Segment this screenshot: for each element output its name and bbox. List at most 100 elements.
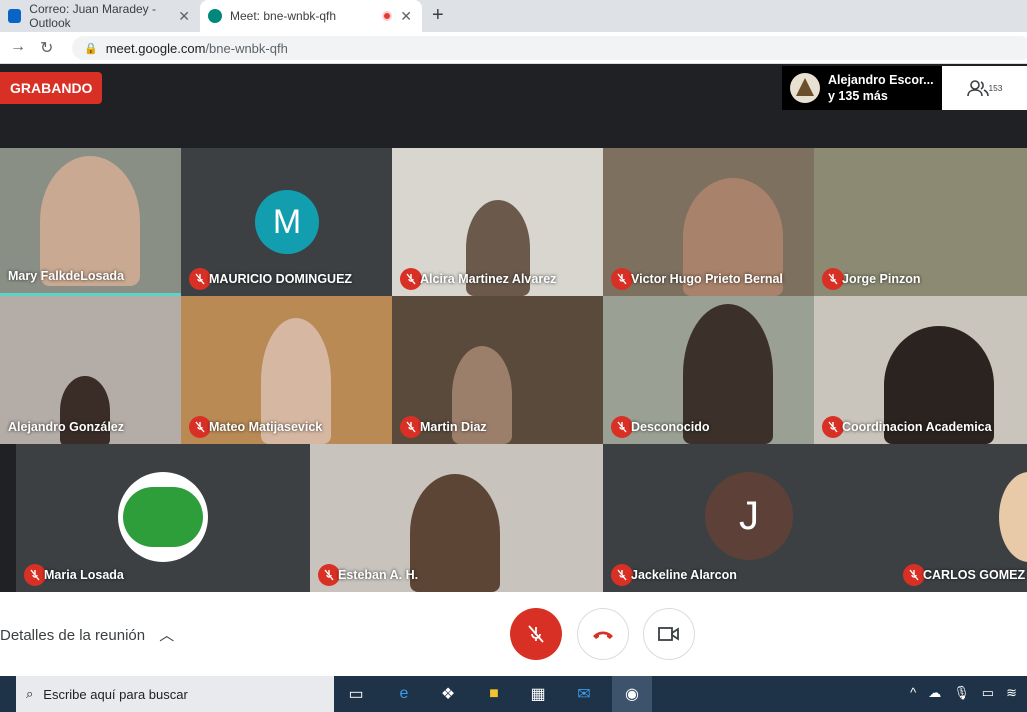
new-tab-button[interactable]: + bbox=[432, 4, 444, 27]
mic-off-icon bbox=[611, 416, 633, 438]
cloud-icon[interactable]: ☁ bbox=[928, 685, 941, 701]
participant-tile[interactable]: Alejandro González bbox=[0, 296, 181, 444]
participant-tile[interactable]: CARLOS GOMEZ bbox=[895, 444, 1027, 592]
microphone-icon[interactable]: 🎙 bbox=[953, 685, 970, 701]
tab-outlook[interactable]: Correo: Juan Maradey - Outlook ✕ bbox=[0, 0, 200, 32]
mic-off-icon bbox=[189, 416, 211, 438]
store-icon[interactable]: ▦ bbox=[526, 682, 550, 706]
tab-meet[interactable]: Meet: bne-wnbk-qfh ✕ bbox=[200, 0, 422, 32]
mic-off-icon bbox=[189, 268, 211, 290]
participant-name: Jorge Pinzon bbox=[842, 272, 921, 286]
presenter-name: Alejandro Escor... bbox=[828, 73, 934, 87]
url-host: meet.google.com bbox=[105, 40, 206, 56]
presenter-chip[interactable]: Alejandro Escor... y 135 más bbox=[782, 66, 942, 110]
lock-icon: 🔒 bbox=[84, 42, 98, 55]
avatar: M bbox=[255, 190, 319, 254]
address-bar: → ↻ 🔒 meet.google.com/bne-wnbk-qfh bbox=[0, 32, 1027, 64]
chevron-up-icon: ︿ bbox=[159, 627, 175, 644]
participant-tile[interactable]: J Jackeline Alarcon bbox=[603, 444, 895, 592]
meeting-details-button[interactable]: Detalles de la reunión ︿ bbox=[0, 624, 174, 645]
participant-name: Maria Losada bbox=[44, 568, 124, 582]
recording-badge: GRABANDO bbox=[0, 72, 103, 104]
participant-name: Alcira Martinez Alvarez bbox=[420, 272, 557, 286]
wifi-icon[interactable]: ≋ bbox=[1006, 685, 1017, 701]
mic-off-icon bbox=[400, 416, 422, 438]
participants-button[interactable]: 153 bbox=[942, 66, 1027, 110]
participant-name: MAURICIO DOMINGUEZ bbox=[209, 272, 353, 286]
meeting-controls: Detalles de la reunión ︿ bbox=[0, 592, 1027, 676]
meet-icon bbox=[208, 9, 222, 23]
participant-tile[interactable]: M MAURICIO DOMINGUEZ bbox=[181, 148, 392, 296]
avatar bbox=[999, 472, 1027, 562]
edge-icon[interactable]: e bbox=[392, 682, 416, 706]
file-explorer-icon[interactable]: ■ bbox=[482, 682, 506, 706]
participant-tile[interactable]: Esteban A. H. bbox=[310, 444, 603, 592]
chrome-icon[interactable]: ◉ bbox=[612, 676, 652, 712]
tab-label: Meet: bne-wnbk-qfh bbox=[230, 9, 337, 23]
participant-tile[interactable]: Mateo Matijasevick bbox=[181, 296, 392, 444]
taskbar-search[interactable]: ⌕ Escribe aquí para buscar bbox=[16, 676, 334, 712]
leave-call-button[interactable] bbox=[577, 608, 629, 660]
url-field[interactable]: 🔒 meet.google.com/bne-wnbk-qfh bbox=[72, 36, 1027, 60]
forward-arrow-icon[interactable]: → bbox=[10, 38, 26, 56]
hang-up-icon bbox=[593, 631, 613, 639]
participant-name: Desconocido bbox=[631, 420, 710, 434]
participant-tile[interactable]: Mary FalkdeLosada bbox=[0, 148, 181, 296]
mic-off-icon bbox=[318, 564, 340, 586]
participant-tile[interactable]: Coordinacion Academica bbox=[814, 296, 1027, 444]
mic-toggle-button[interactable] bbox=[510, 608, 562, 660]
close-icon[interactable]: ✕ bbox=[400, 8, 412, 25]
tab-strip: Correo: Juan Maradey - Outlook ✕ Meet: b… bbox=[0, 0, 1027, 32]
participant-tile[interactable]: Martin Diaz bbox=[392, 296, 603, 444]
outlook-icon bbox=[8, 9, 22, 23]
participant-tile[interactable]: Alcira Martinez Alvarez bbox=[392, 148, 603, 296]
meet-stage: GRABANDO Alejandro Escor... y 135 más 15… bbox=[0, 64, 1027, 592]
participant-name: Victor Hugo Prieto Bernal bbox=[631, 272, 783, 286]
participant-name: Alejandro González bbox=[8, 420, 124, 434]
participant-tile[interactable]: Maria Losada bbox=[16, 444, 310, 592]
avatar bbox=[118, 472, 208, 562]
participant-name: Coordinacion Academica bbox=[842, 420, 992, 434]
details-label: Detalles de la reunión bbox=[0, 627, 146, 644]
mic-off-icon bbox=[822, 416, 844, 438]
participant-name: Esteban A. H. bbox=[338, 568, 419, 582]
presenter-more: y 135 más bbox=[828, 89, 888, 103]
participant-name: Martin Diaz bbox=[420, 420, 487, 434]
camera-toggle-button[interactable] bbox=[643, 608, 695, 660]
tab-label: Correo: Juan Maradey - Outlook bbox=[29, 2, 157, 30]
mic-off-icon bbox=[24, 564, 46, 586]
system-tray: ^ ☁ 🎙 ▭ ≋ bbox=[910, 685, 1017, 701]
mic-off-icon bbox=[611, 564, 633, 586]
mail-icon[interactable]: ✉ bbox=[572, 682, 596, 706]
participant-tile[interactable]: Desconocido bbox=[603, 296, 814, 444]
presenter-avatar bbox=[790, 73, 820, 103]
participant-name: Mateo Matijasevick bbox=[209, 420, 323, 434]
mic-off-icon bbox=[903, 564, 925, 586]
participant-tile[interactable]: Jorge Pinzon bbox=[814, 148, 1027, 296]
participant-name: Jackeline Alarcon bbox=[631, 568, 737, 582]
search-placeholder: Escribe aquí para buscar bbox=[43, 686, 188, 702]
camera-icon bbox=[658, 627, 679, 641]
recording-dot-icon bbox=[382, 11, 392, 21]
url-path: /bne-wnbk-qfh bbox=[205, 40, 288, 56]
mic-off-icon bbox=[528, 625, 544, 643]
mic-off-icon bbox=[822, 268, 844, 290]
participant-name: CARLOS GOMEZ bbox=[923, 568, 1026, 582]
video-feed bbox=[410, 474, 500, 592]
mic-off-icon bbox=[611, 268, 633, 290]
mic-off-icon bbox=[400, 268, 422, 290]
video-feed bbox=[40, 156, 140, 286]
app-icon[interactable]: ❖ bbox=[436, 682, 460, 706]
reload-icon[interactable]: ↻ bbox=[40, 38, 53, 58]
participant-count: 153 bbox=[988, 83, 1003, 93]
participant-tile[interactable]: Victor Hugo Prieto Bernal bbox=[603, 148, 814, 296]
task-view-icon[interactable]: ▭ bbox=[344, 682, 368, 706]
close-icon[interactable]: ✕ bbox=[178, 8, 190, 25]
people-icon bbox=[966, 80, 989, 97]
avatar: J bbox=[705, 472, 793, 560]
chevron-up-icon[interactable]: ^ bbox=[910, 685, 916, 701]
participant-name: Mary FalkdeLosada bbox=[8, 269, 125, 283]
battery-icon[interactable]: ▭ bbox=[982, 685, 994, 701]
search-icon: ⌕ bbox=[26, 686, 34, 701]
os-taskbar: ⌕ Escribe aquí para buscar ▭ e ❖ ■ ▦ ✉ ◉… bbox=[0, 676, 1027, 712]
